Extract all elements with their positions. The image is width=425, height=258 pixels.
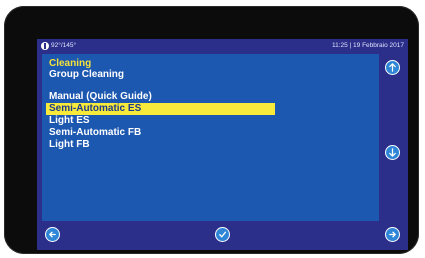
arrow-up-icon [389,63,396,72]
menu-item-semi-automatic-es[interactable]: Semi-Automatic ES [46,103,275,115]
menu-item-light-es[interactable]: Light ES [46,115,90,127]
menu-panel: Cleaning Group Cleaning Manual (Quick Gu… [42,54,379,221]
scroll-up-button[interactable] [385,60,400,75]
temperature-text: 92°/145° [51,42,77,49]
confirm-button[interactable] [215,227,230,242]
bottom-bar [37,221,408,250]
arrow-down-icon [389,148,396,157]
date-time: 11:25 | 19 Febbraio 2017 [331,42,404,49]
menu-item-light-fb[interactable]: Light FB [46,139,90,151]
screen: 92°/145° 11:25 | 19 Febbraio 2017 Cleani… [37,39,408,250]
menu-item-semi-automatic-fb[interactable]: Semi-Automatic FB [46,127,141,139]
menu-item-group-cleaning[interactable]: Group Cleaning [46,69,124,81]
menu-item-manual-quick-guide[interactable]: Manual (Quick Guide) [46,91,152,103]
scroll-down-button[interactable] [385,145,400,160]
scroll-column [380,54,408,221]
back-arrow-icon [49,231,56,238]
menu-title: Cleaning [49,58,92,69]
tablet-bezel: 92°/145° 11:25 | 19 Febbraio 2017 Cleani… [4,6,419,254]
back-button[interactable] [45,227,60,242]
next-button[interactable] [385,227,400,242]
checkmark-icon [219,231,227,238]
forward-arrow-icon [389,231,396,238]
thermometer-icon [41,42,49,50]
temperature-readout: 92°/145° [41,39,76,53]
status-bar: 92°/145° 11:25 | 19 Febbraio 2017 [37,39,408,53]
